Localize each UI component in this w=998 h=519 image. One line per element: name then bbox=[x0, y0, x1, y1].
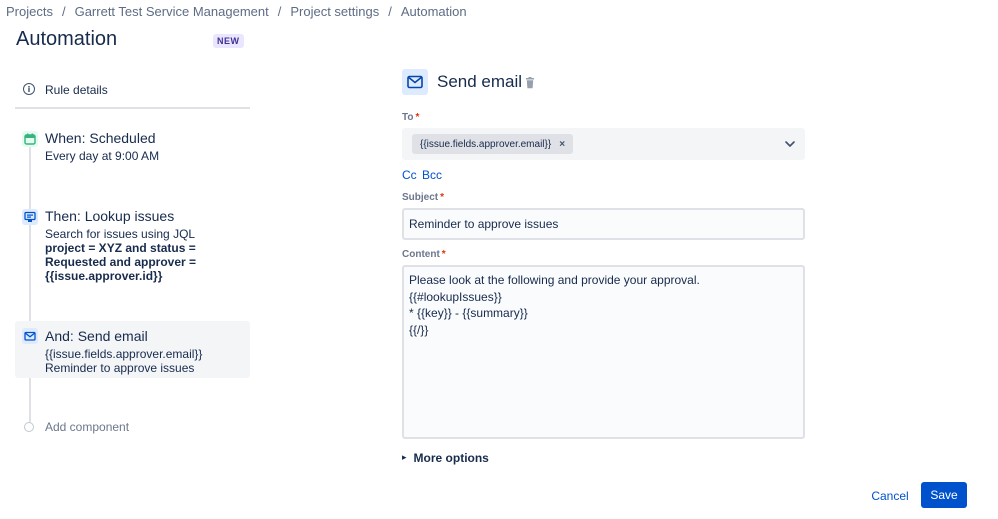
mail-icon bbox=[22, 328, 38, 344]
rule-details-label: Rule details bbox=[45, 83, 108, 97]
action-title: Send email bbox=[437, 72, 523, 91]
mail-icon bbox=[402, 69, 428, 95]
cc-link[interactable]: Cc bbox=[402, 168, 417, 182]
content-line: {{#lookupIssues}} bbox=[409, 289, 502, 304]
step-send-email[interactable]: And: Send email {{issue.fields.approver.… bbox=[15, 321, 250, 378]
breadcrumb-project[interactable]: Garrett Test Service Management bbox=[75, 4, 269, 19]
required-indicator: * bbox=[440, 192, 445, 203]
content-label-text: Content bbox=[402, 249, 440, 260]
to-label-text: To bbox=[402, 112, 414, 123]
more-options-label: More options bbox=[413, 451, 489, 465]
chevron-down-icon[interactable] bbox=[783, 137, 797, 151]
content-line: * {{key}} - {{summary}} bbox=[409, 306, 528, 320]
breadcrumb: Projects / Garrett Test Service Manageme… bbox=[6, 4, 467, 19]
breadcrumb-separator: / bbox=[388, 4, 392, 19]
required-indicator: * bbox=[441, 249, 446, 260]
save-button[interactable]: Save bbox=[921, 482, 967, 508]
step-description: {{issue.fields.approver.email}} bbox=[45, 347, 203, 361]
step-jql-line: Requested and approver = bbox=[45, 255, 197, 269]
subject-label: Subject * bbox=[402, 192, 444, 203]
more-options-toggle[interactable]: ▸ More options bbox=[402, 451, 489, 465]
content-textarea[interactable]: Please look at the following and provide… bbox=[402, 265, 805, 439]
add-component[interactable]: Add component bbox=[15, 418, 250, 438]
remove-tag-button[interactable]: × bbox=[559, 139, 565, 150]
to-label: To * bbox=[402, 112, 419, 123]
content-line: {{/}} bbox=[409, 322, 429, 337]
new-badge: NEW bbox=[213, 34, 244, 48]
step-title: And: Send email bbox=[45, 328, 148, 344]
step-description: Search for issues using JQL bbox=[45, 227, 196, 241]
recipient-tag: {{issue.fields.approver.email}} × bbox=[412, 134, 574, 154]
breadcrumb-project-settings[interactable]: Project settings bbox=[290, 4, 379, 19]
content-line: Please look at the following and provide… bbox=[409, 273, 700, 287]
step-description: Reminder to approve issues bbox=[45, 361, 195, 375]
breadcrumb-automation[interactable]: Automation bbox=[401, 4, 467, 19]
chevron-right-icon: ▸ bbox=[402, 453, 407, 463]
add-component-dot-icon bbox=[24, 422, 34, 432]
breadcrumb-separator: / bbox=[61, 4, 66, 19]
lookup-icon bbox=[22, 209, 38, 225]
bcc-link[interactable]: Bcc bbox=[422, 168, 442, 182]
step-title: When: Scheduled bbox=[45, 130, 156, 146]
step-lookup-issues[interactable]: Then: Lookup issues Search for issues us… bbox=[15, 206, 250, 286]
page-title: Automation bbox=[16, 28, 118, 50]
required-indicator: * bbox=[415, 112, 420, 123]
calendar-icon bbox=[22, 131, 38, 147]
info-icon: i bbox=[23, 83, 35, 95]
step-jql-line: {{issue.approver.id}} bbox=[45, 269, 163, 283]
cancel-button[interactable]: Cancel bbox=[866, 484, 914, 508]
breadcrumb-separator: / bbox=[277, 4, 282, 19]
add-component-label: Add component bbox=[45, 420, 130, 434]
subject-label-text: Subject bbox=[402, 192, 439, 203]
subject-input[interactable]: Reminder to approve issues bbox=[402, 208, 805, 240]
step-title: Then: Lookup issues bbox=[45, 208, 175, 224]
trash-icon[interactable] bbox=[524, 76, 536, 89]
rule-details-item[interactable]: i Rule details bbox=[15, 75, 250, 109]
to-select[interactable]: {{issue.fields.approver.email}} × bbox=[402, 128, 805, 160]
content-label: Content * bbox=[402, 249, 446, 260]
step-description: Every day at 9:00 AM bbox=[45, 149, 160, 163]
breadcrumb-projects[interactable]: Projects bbox=[6, 4, 53, 19]
recipient-tag-text: {{issue.fields.approver.email}} bbox=[420, 138, 552, 150]
step-when-scheduled[interactable]: When: Scheduled Every day at 9:00 AM bbox=[15, 128, 250, 168]
step-jql-line: project = XYZ and status = bbox=[45, 241, 196, 255]
